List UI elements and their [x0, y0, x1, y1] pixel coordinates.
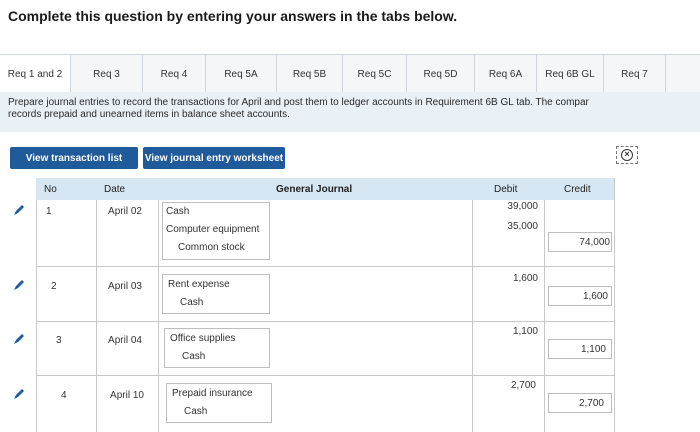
- grid-line: [96, 200, 97, 432]
- grid-line: [472, 200, 473, 432]
- tab-req-7[interactable]: Req 7: [604, 55, 666, 93]
- row-divider: [36, 375, 614, 376]
- requirement-tabs: Req 1 and 2 Req 3 Req 4 Req 5A Req 5B Re…: [0, 54, 700, 94]
- grid-line: [614, 178, 615, 432]
- account-name[interactable]: Cash: [180, 297, 203, 308]
- entry-date: April 10: [110, 390, 144, 401]
- credit-amount[interactable]: 74,000: [548, 237, 610, 248]
- entry-number: 4: [61, 390, 67, 401]
- entry-number: 1: [46, 206, 52, 217]
- pencil-edit-icon[interactable]: [12, 388, 26, 400]
- grid-line: [544, 200, 545, 432]
- entry-date: April 03: [108, 281, 142, 292]
- view-journal-entry-worksheet-button[interactable]: View journal entry worksheet: [143, 147, 285, 169]
- tab-req-1-and-2[interactable]: Req 1 and 2: [0, 55, 71, 93]
- tab-req-5b[interactable]: Req 5B: [277, 55, 343, 93]
- account-name[interactable]: Cash: [184, 406, 207, 417]
- column-header-date: Date: [104, 184, 126, 195]
- debit-amount[interactable]: 39,000: [476, 201, 538, 212]
- credit-amount[interactable]: 1,100: [548, 344, 606, 355]
- tab-req-5c[interactable]: Req 5C: [343, 55, 407, 93]
- pencil-edit-icon[interactable]: [12, 204, 26, 216]
- journal-table-header: No Date General Journal Debit Credit: [36, 178, 614, 200]
- question-heading: Complete this question by entering your …: [8, 8, 458, 24]
- tab-req-3[interactable]: Req 3: [71, 55, 143, 93]
- debit-amount[interactable]: 2,700: [476, 380, 536, 391]
- pencil-edit-icon[interactable]: [12, 279, 26, 291]
- account-name[interactable]: Office supplies: [170, 333, 235, 344]
- credit-amount[interactable]: 1,600: [548, 291, 608, 302]
- debit-amount[interactable]: 35,000: [476, 221, 538, 232]
- entry-date: April 02: [108, 206, 142, 217]
- tab-req-4[interactable]: Req 4: [143, 55, 206, 93]
- row-divider: [36, 321, 614, 322]
- instructions-line-1: Prepare journal entries to record the tr…: [8, 97, 589, 108]
- close-button[interactable]: ×: [616, 146, 638, 164]
- row-divider: [36, 266, 614, 267]
- column-header-general-journal: General Journal: [276, 184, 353, 195]
- account-name[interactable]: Common stock: [178, 242, 245, 253]
- instructions-line-2: records prepaid and unearned items in ba…: [8, 109, 290, 120]
- instructions-text: Prepare journal entries to record the tr…: [8, 97, 700, 121]
- entry-number: 3: [56, 335, 62, 346]
- grid-line: [36, 200, 37, 432]
- account-name[interactable]: Rent expense: [168, 279, 230, 290]
- tab-req-5a[interactable]: Req 5A: [206, 55, 277, 93]
- tab-req-6b-gl[interactable]: Req 6B GL: [537, 55, 604, 93]
- view-transaction-list-button[interactable]: View transaction list: [10, 147, 138, 169]
- grid-line: [158, 200, 159, 432]
- tab-req-6a[interactable]: Req 6A: [475, 55, 537, 93]
- debit-amount[interactable]: 1,100: [476, 326, 538, 337]
- column-header-credit: Credit: [564, 184, 591, 195]
- account-name[interactable]: Cash: [182, 351, 205, 362]
- entry-date: April 04: [108, 335, 142, 346]
- instructions-panel: Prepare journal entries to record the tr…: [0, 92, 700, 132]
- entry-number: 2: [51, 281, 57, 292]
- credit-amount[interactable]: 2,700: [548, 398, 604, 409]
- account-name[interactable]: Computer equipment: [166, 224, 259, 235]
- column-header-no: No: [44, 184, 57, 195]
- account-name[interactable]: Prepaid insurance: [172, 388, 253, 399]
- pencil-edit-icon[interactable]: [12, 333, 26, 345]
- tab-req-5d[interactable]: Req 5D: [407, 55, 475, 93]
- account-name[interactable]: Cash: [166, 206, 189, 217]
- column-header-debit: Debit: [494, 184, 518, 195]
- close-icon: ×: [621, 149, 633, 161]
- debit-amount[interactable]: 1,600: [476, 273, 538, 284]
